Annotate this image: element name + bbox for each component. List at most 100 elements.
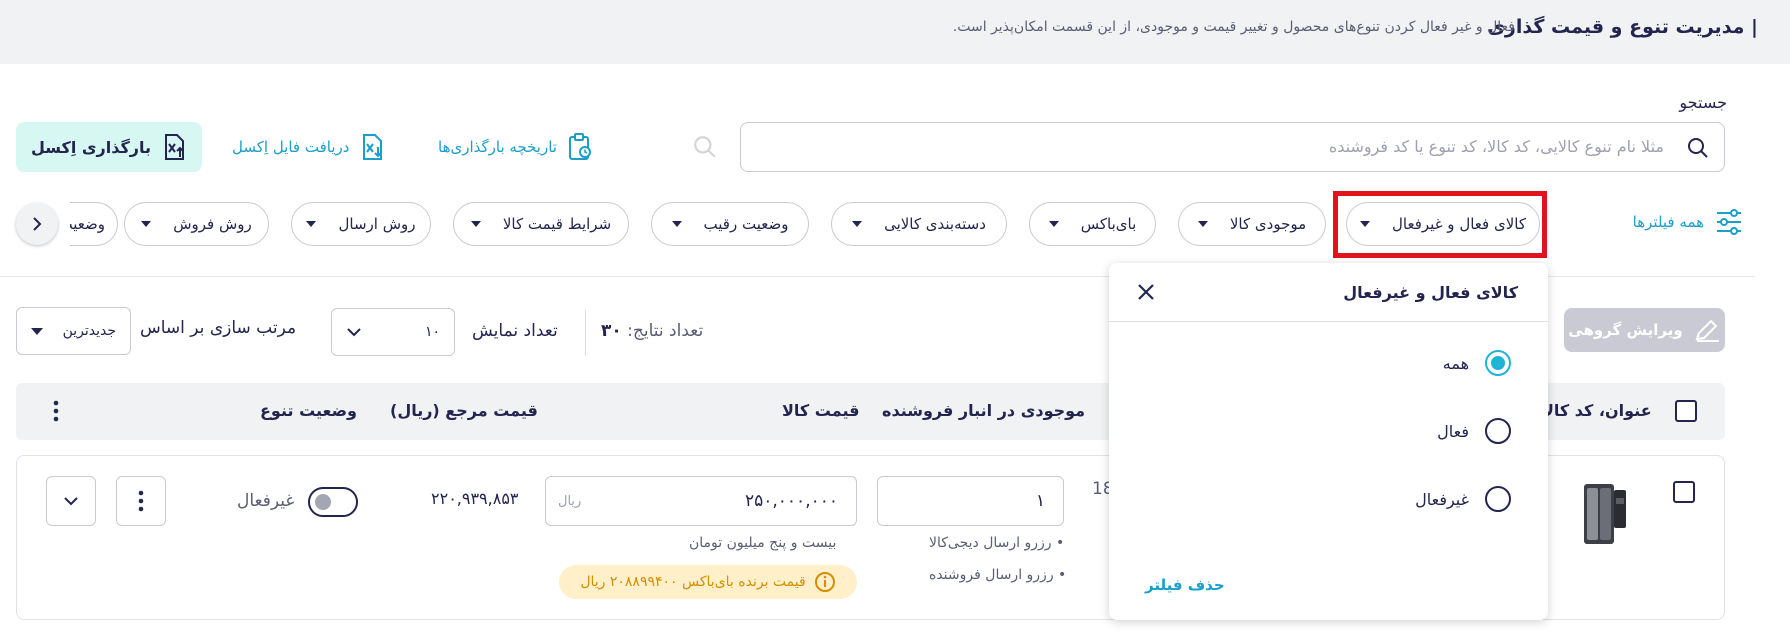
upload-excel-label: بارگذاری اِکسل: [30, 137, 152, 157]
filters-scroll-button[interactable]: [16, 203, 58, 245]
display-count-value: ۱۰: [424, 324, 440, 340]
display-count-label: تعداد نمایش: [472, 321, 558, 341]
stock-input[interactable]: ۱: [877, 476, 1064, 526]
remove-filter-link[interactable]: حذف فیلتر: [1145, 576, 1225, 594]
caret-down-icon: [852, 221, 863, 227]
radio-option-all[interactable]: همه: [1443, 350, 1511, 376]
bulk-edit-label: ویرایش گروهی: [1568, 321, 1683, 339]
buybox-winner-text: قیمت برنده بای‌باکس ۲۰۸۸۹۹۴۰۰ ریال: [580, 574, 806, 590]
popup-divider: [1109, 321, 1548, 322]
buybox-winner-badge: قیمت برنده بای‌باکس ۲۰۸۸۹۹۴۰۰ ریال: [559, 565, 857, 599]
chevron-right-icon: [33, 217, 42, 231]
column-menu-icon[interactable]: [53, 399, 59, 423]
select-all-checkbox[interactable]: [1675, 400, 1697, 422]
results-label: تعداد نتایج:: [627, 321, 704, 341]
more-vertical-icon: [138, 490, 144, 512]
filter-chip-buybox[interactable]: بای‌باکس: [1029, 202, 1156, 246]
sort-value: جدیدترین: [62, 323, 116, 339]
sort-select[interactable]: جدیدترین: [16, 307, 131, 355]
filter-sliders-icon: [1717, 209, 1741, 235]
filter-chip-price-conditions[interactable]: شرایط قیمت کالا: [453, 202, 629, 246]
caret-down-icon: [1048, 221, 1059, 227]
search-label: جستجو: [1679, 93, 1727, 112]
excel-download-icon: [363, 134, 383, 160]
radio-button-selected[interactable]: [1485, 350, 1511, 376]
clipboard-history-icon: [568, 133, 591, 160]
filter-chip-label: دسته‌بندی کالایی: [884, 215, 986, 233]
toggle-knob: [315, 494, 331, 510]
filter-chip-label: روش فروش: [173, 215, 252, 233]
sort-label: مرتب سازی بر اساس: [140, 318, 297, 338]
filter-chip-category[interactable]: دسته‌بندی کالایی: [831, 202, 1007, 246]
caret-down-icon: [141, 221, 152, 227]
radio-label: غیرفعال: [1415, 489, 1469, 509]
column-ref-price: قیمت مرجع (ریال): [390, 401, 538, 420]
all-filters-label: همه فیلترها: [1632, 213, 1704, 231]
page-title-text: مدیریت تنوع و قیمت گذاری: [1487, 16, 1745, 38]
active-filter-highlight: [1333, 191, 1547, 258]
download-excel-label: دریافت فایل اِکسل: [232, 138, 350, 156]
popup-title: کالای فعال و غیرفعال: [1343, 283, 1518, 302]
filter-chip-sales-method[interactable]: روش فروش: [124, 202, 269, 246]
page-description: فعال و غیر فعال کردن تنوع‌های محصول و تغ…: [952, 19, 1515, 35]
filter-chip-label: وضعیت: [70, 215, 105, 233]
upload-history-link[interactable]: تاریخچه بارگذاری‌ها: [438, 130, 593, 164]
caret-down-icon: [306, 221, 317, 227]
caret-down-icon: [1197, 221, 1208, 227]
search-icon: [1688, 138, 1708, 158]
filter-chip-label: وضعیت رقیب: [703, 215, 789, 233]
reserve-seller-text: • رزرو ارسال فروشنده: [929, 567, 1067, 583]
toolbar-separator: [585, 310, 586, 356]
price-in-words: بیست و پنج میلیون تومان: [689, 535, 837, 551]
radio-option-inactive[interactable]: غیرفعال: [1415, 486, 1511, 512]
price-input[interactable]: ریال ۲۵۰,۰۰۰,۰۰۰: [545, 476, 857, 526]
bulk-edit-button[interactable]: ویرایش گروهی: [1564, 308, 1725, 352]
filter-chip-status-partial[interactable]: وضعیت: [70, 202, 118, 246]
row-checkbox[interactable]: [1673, 481, 1695, 503]
price-value: ۲۵۰,۰۰۰,۰۰۰: [745, 491, 838, 511]
caret-down-icon: [470, 221, 481, 227]
filter-chip-competitor[interactable]: وضعیت رقیب: [651, 202, 809, 246]
row-expand-button[interactable]: [46, 476, 96, 526]
info-icon: [814, 572, 835, 592]
filter-chip-label: شرایط قیمت کالا: [502, 215, 612, 233]
radio-option-active[interactable]: فعال: [1437, 418, 1511, 444]
row-more-button[interactable]: [116, 476, 166, 526]
page-title: مدیریت تنوع و قیمت گذاری |: [1487, 16, 1759, 38]
page-header: مدیریت تنوع و قیمت گذاری | فعال و غیر فع…: [0, 0, 1790, 62]
filter-chip-stock[interactable]: موجودی کالا: [1178, 202, 1326, 246]
column-price: قیمت کالا: [782, 401, 860, 420]
reserve-digikala-text: • رزرو ارسال دیجی‌کالا: [929, 535, 1065, 551]
column-status: وضعیت تنوع: [260, 401, 357, 420]
product-image: [1584, 484, 1626, 544]
filter-chip-label: موجودی کالا: [1229, 215, 1307, 233]
search-submit-icon[interactable]: [692, 134, 718, 160]
radio-label: همه: [1442, 353, 1469, 373]
caret-down-icon: [671, 221, 682, 227]
filter-popup: کالای فعال و غیرفعال همه فعال غیرفعال حذ…: [1109, 263, 1548, 620]
close-icon: [1138, 284, 1154, 300]
close-button[interactable]: [1133, 279, 1159, 305]
display-count-select[interactable]: ۱۰: [331, 308, 455, 356]
filter-chip-label: روش ارسال: [338, 215, 416, 233]
radio-button[interactable]: [1485, 418, 1511, 444]
results-value: ۳۰: [601, 321, 622, 341]
column-stock: موجودی در انبار فروشنده: [882, 401, 1086, 420]
results-count: تعداد نتایج: ۳۰: [601, 321, 703, 341]
filter-chip-shipping[interactable]: روش ارسال: [291, 202, 431, 246]
radio-button[interactable]: [1485, 486, 1511, 512]
status-toggle[interactable]: [308, 487, 358, 517]
download-excel-link[interactable]: دریافت فایل اِکسل: [232, 130, 385, 164]
upload-excel-button[interactable]: بارگذاری اِکسل: [16, 122, 202, 172]
pencil-icon: [1695, 319, 1719, 342]
search-placeholder: مثلا نام تنوع کالایی، کد کالا، کد تنوع ی…: [1328, 137, 1664, 156]
caret-down-icon: [31, 327, 43, 335]
chevron-down-icon: [347, 328, 361, 337]
filter-chip-label: بای‌باکس: [1080, 215, 1137, 233]
ref-price-value: ۲۲۰,۹۳۹,۸۵۳: [431, 489, 519, 508]
upload-history-label: تاریخچه بارگذاری‌ها: [438, 138, 557, 156]
all-filters-button[interactable]: همه فیلترها: [1633, 208, 1744, 236]
chevron-down-icon: [64, 497, 78, 506]
search-input[interactable]: مثلا نام تنوع کالایی، کد کالا، کد تنوع ی…: [740, 122, 1725, 172]
column-title: عنوان، کد کالا: [1542, 401, 1652, 420]
